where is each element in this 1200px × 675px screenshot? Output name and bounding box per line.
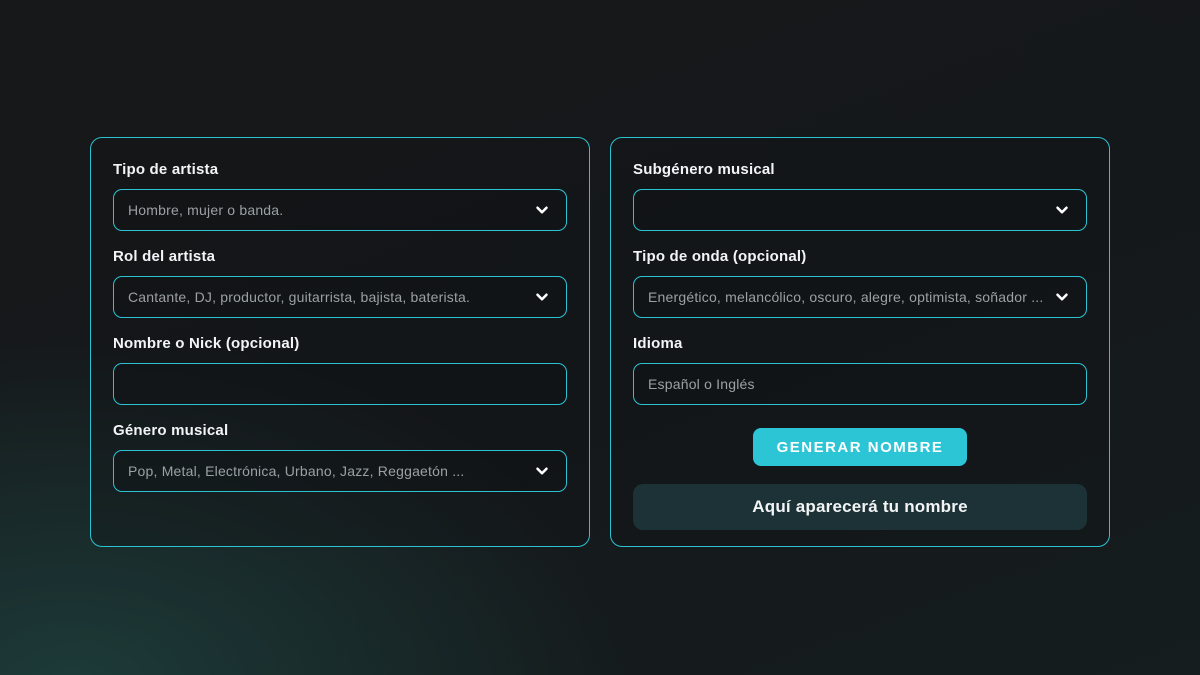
field-label: Tipo de onda (opcional)	[633, 248, 1087, 265]
field-nombre-o-nick: Nombre o Nick (opcional)	[113, 335, 567, 405]
select-placeholder: Energético, melancólico, oscuro, alegre,…	[648, 289, 1044, 305]
chevron-down-icon	[1052, 200, 1072, 220]
subgenero-musical-select[interactable]	[633, 189, 1087, 231]
form-panels: Tipo de artista Hombre, mujer o banda. R…	[90, 137, 1110, 547]
select-placeholder: Cantante, DJ, productor, guitarrista, ba…	[128, 289, 524, 305]
tipo-de-artista-select[interactable]: Hombre, mujer o banda.	[113, 189, 567, 231]
right-form-panel: Subgénero musical Tipo de onda (opcional…	[610, 137, 1110, 547]
chevron-down-icon	[1052, 287, 1072, 307]
chevron-down-icon	[532, 287, 552, 307]
field-label: Género musical	[113, 422, 567, 439]
tipo-de-onda-select[interactable]: Energético, melancólico, oscuro, alegre,…	[633, 276, 1087, 318]
field-rol-del-artista: Rol del artista Cantante, DJ, productor,…	[113, 248, 567, 318]
field-label: Idioma	[633, 335, 1087, 352]
field-label: Nombre o Nick (opcional)	[113, 335, 567, 352]
field-tipo-de-onda: Tipo de onda (opcional) Energético, mela…	[633, 248, 1087, 318]
generated-name-placeholder: Aquí aparecerá tu nombre	[752, 497, 967, 517]
chevron-down-icon	[532, 461, 552, 481]
field-tipo-de-artista: Tipo de artista Hombre, mujer o banda.	[113, 161, 567, 231]
genero-musical-select[interactable]: Pop, Metal, Electrónica, Urbano, Jazz, R…	[113, 450, 567, 492]
field-idioma: Idioma	[633, 335, 1087, 405]
field-label: Tipo de artista	[113, 161, 567, 178]
left-form-panel: Tipo de artista Hombre, mujer o banda. R…	[90, 137, 590, 547]
select-placeholder: Pop, Metal, Electrónica, Urbano, Jazz, R…	[128, 463, 524, 479]
nombre-o-nick-input[interactable]	[113, 363, 567, 405]
select-placeholder: Hombre, mujer o banda.	[128, 202, 524, 218]
generate-name-button[interactable]: GENERAR NOMBRE	[753, 428, 968, 466]
field-label: Subgénero musical	[633, 161, 1087, 178]
field-subgenero-musical: Subgénero musical	[633, 161, 1087, 231]
idioma-input[interactable]	[633, 363, 1087, 405]
field-label: Rol del artista	[113, 248, 567, 265]
rol-del-artista-select[interactable]: Cantante, DJ, productor, guitarrista, ba…	[113, 276, 567, 318]
chevron-down-icon	[532, 200, 552, 220]
generated-name-result: Aquí aparecerá tu nombre	[633, 484, 1087, 530]
field-genero-musical: Género musical Pop, Metal, Electrónica, …	[113, 422, 567, 492]
